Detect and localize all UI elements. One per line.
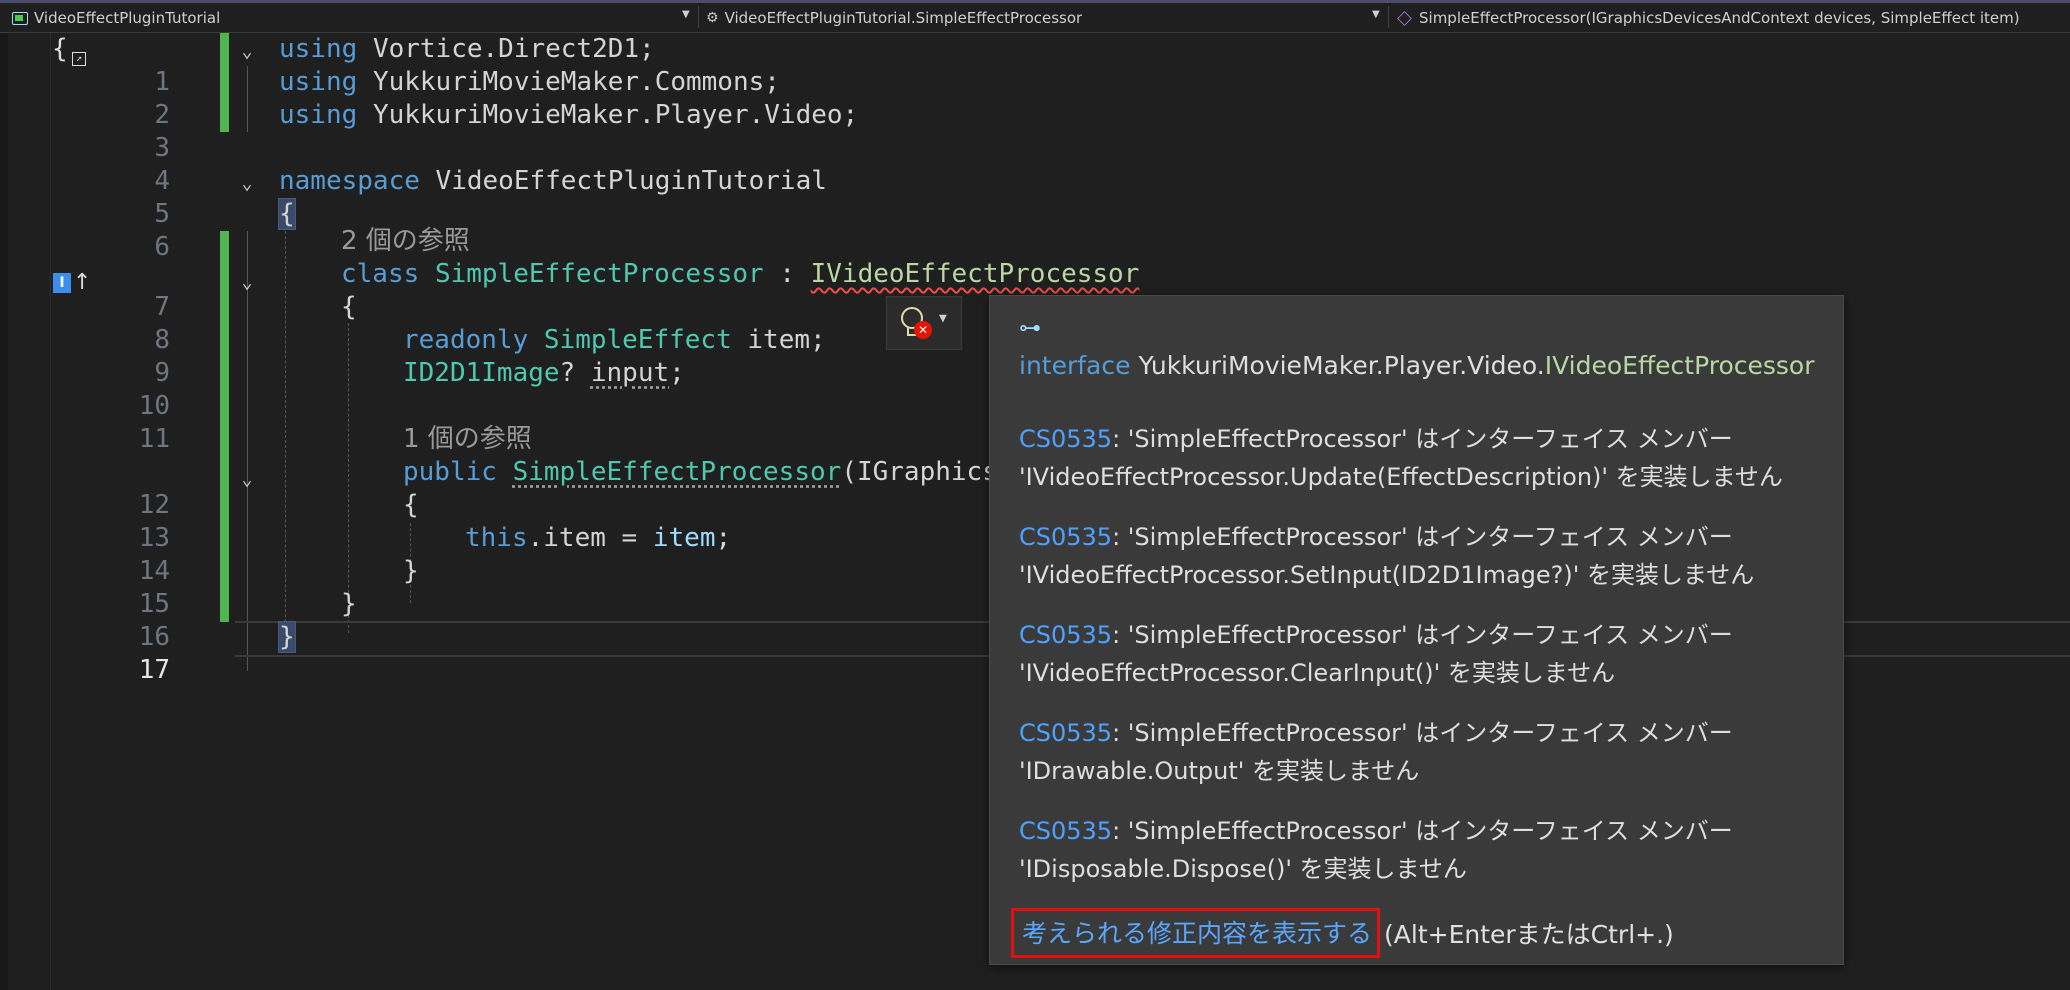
codelens-references[interactable]: 2 個の参照 <box>341 225 470 258</box>
signature-interface[interactable]: IVideoEffectProcessor <box>1545 351 1815 380</box>
parameter-ref: item <box>652 523 716 553</box>
method-icon <box>1397 10 1412 26</box>
project-dropdown[interactable]: VideoEffectPluginTutorial <box>12 7 672 29</box>
show-fixes-row: 考えられる修正内容を表示する (Alt+EnterまたはCtrl+.) <box>1011 908 1674 958</box>
error-code-link[interactable]: CS0535 <box>1019 523 1112 551</box>
diagnostic-item: CS0535: 'SimpleEffectProcessor' はインターフェイ… <box>1019 812 1829 888</box>
namespace-import: YukkuriMovieMaker.Player.Video; <box>372 100 859 130</box>
keyword-using: using <box>279 100 358 130</box>
code-line: 2 using YukkuriMovieMaker.Commons; <box>50 66 2070 130</box>
error-badge-icon: ✕ <box>914 321 932 339</box>
namespace-import: Vortice.Direct2D1; <box>372 34 655 64</box>
diagnostic-item: CS0535: 'SimpleEffectProcessor' はインターフェイ… <box>1019 714 1829 790</box>
keyword-namespace: namespace <box>279 166 420 196</box>
signature-namespace: YukkuriMovieMaker.Player.Video. <box>1138 351 1545 380</box>
show-potential-fixes-link[interactable]: 考えられる修正内容を表示する <box>1011 908 1381 958</box>
field-name: item; <box>731 325 826 355</box>
nav-divider <box>698 6 699 28</box>
interface-icon: ⊶ <box>1019 316 1041 341</box>
constructor-name: SimpleEffectProcessor <box>512 457 842 487</box>
title-accent-line <box>0 0 2070 3</box>
keyword-using: using <box>279 67 358 97</box>
shortcut-hint: (Alt+EnterまたはCtrl+.) <box>1384 920 1674 949</box>
close-brace: } <box>341 589 357 619</box>
semicolon-token: ; <box>715 523 732 553</box>
field-name: input <box>590 358 670 388</box>
diagnostic-text: 'IVideoEffectProcessor.ClearInput()' を実装… <box>1019 659 1616 687</box>
member-access: .item = <box>527 523 653 553</box>
field-type: ID2D1Image <box>403 358 560 388</box>
diagnostic-text: : 'SimpleEffectProcessor' はインターフェイス メンバー <box>1112 719 1733 747</box>
field-type: SimpleEffect <box>543 325 732 355</box>
member-dropdown-label: SimpleEffectProcessor(IGraphicsDevicesAn… <box>1419 9 2020 27</box>
diagnostic-item: CS0535: 'SimpleEffectProcessor' はインターフェイ… <box>1019 420 1829 496</box>
quick-info-tooltip: ⊶ interface YukkuriMovieMaker.Player.Vid… <box>989 295 1844 965</box>
chevron-down-icon: ▼ <box>939 311 947 326</box>
open-brace: { <box>403 490 419 520</box>
line-number: 17 <box>138 655 170 685</box>
diagnostic-text: : 'SimpleEffectProcessor' はインターフェイス メンバー <box>1112 621 1733 649</box>
diagnostic-text: : 'SimpleEffectProcessor' はインターフェイス メンバー <box>1112 425 1733 453</box>
keyword-using: using <box>279 34 358 64</box>
error-code-link[interactable]: CS0535 <box>1019 425 1112 453</box>
namespace-import: YukkuriMovieMaker.Commons; <box>372 67 780 97</box>
diagnostic-text: : 'SimpleEffectProcessor' はインターフェイス メンバー <box>1112 817 1733 845</box>
interface-name-error[interactable]: IVideoEffectProcessor <box>811 259 1140 289</box>
csharp-project-icon <box>12 11 28 25</box>
signature-keyword: interface <box>1019 351 1131 380</box>
error-code-link[interactable]: CS0535 <box>1019 621 1112 649</box>
code-line: 5 namespace VideoEffectPluginTutorial <box>50 165 2070 229</box>
project-dropdown-label: VideoEffectPluginTutorial <box>34 9 221 27</box>
member-dropdown[interactable]: SimpleEffectProcessor(IGraphicsDevicesAn… <box>1397 7 2058 29</box>
class-name: SimpleEffectProcessor <box>434 259 764 289</box>
code-line: 7 class SimpleEffectProcessor : IVideoEf… <box>50 258 2070 322</box>
error-code-link[interactable]: CS0535 <box>1019 817 1112 845</box>
namespace-name: VideoEffectPluginTutorial <box>435 166 827 196</box>
codelens-references[interactable]: 1 個の参照 <box>403 423 532 456</box>
glyph-margin <box>8 33 51 990</box>
tooltip-signature: interface YukkuriMovieMaker.Player.Video… <box>1019 351 1815 380</box>
chevron-down-icon[interactable]: ▼ <box>1372 9 1380 20</box>
diagnostic-text: 'IVideoEffectProcessor.SetInput(ID2D1Ima… <box>1019 561 1755 589</box>
colon-token: : <box>763 259 811 289</box>
semicolon-token: ; <box>669 358 685 388</box>
diagnostic-text: 'IVideoEffectProcessor.Update(EffectDesc… <box>1019 463 1783 491</box>
diagnostic-text: : 'SimpleEffectProcessor' はインターフェイス メンバー <box>1112 523 1733 551</box>
nullable-token: ? <box>559 358 591 388</box>
class-dropdown-label: VideoEffectPluginTutorial.SimpleEffectPr… <box>724 9 1083 27</box>
line-number: 11 <box>138 424 170 454</box>
keyword-class: class <box>341 259 420 289</box>
diagnostic-text: 'IDisposable.Dispose()' を実装しません <box>1019 855 1467 883</box>
code-line: 1 using Vortice.Direct2D1; <box>50 33 2070 97</box>
code-line: 3 using YukkuriMovieMaker.Player.Video; <box>50 99 2070 163</box>
brace-match: } <box>278 621 296 653</box>
class-icon: ⚙ <box>706 10 719 26</box>
close-brace: } <box>403 556 419 586</box>
diagnostic-text: 'IDrawable.Output' を実装しません <box>1019 757 1420 785</box>
code-line: 4 <box>50 132 2070 196</box>
left-edge-strip <box>0 33 8 990</box>
nav-divider <box>1388 6 1389 28</box>
class-dropdown[interactable]: ⚙ VideoEffectPluginTutorial.SimpleEffect… <box>706 7 1366 29</box>
error-code-link[interactable]: CS0535 <box>1019 719 1112 747</box>
constructor-params: (IGraphicsD <box>841 457 1014 487</box>
open-brace: { <box>341 292 357 322</box>
diagnostic-item: CS0535: 'SimpleEffectProcessor' はインターフェイ… <box>1019 616 1829 692</box>
keyword-readonly: readonly <box>403 325 529 355</box>
brace-match: { <box>278 198 296 230</box>
keyword-public: public <box>403 457 497 487</box>
diagnostic-item: CS0535: 'SimpleEffectProcessor' はインターフェイ… <box>1019 518 1829 594</box>
navigation-bar: VideoEffectPluginTutorial ▼ ⚙ VideoEffec… <box>0 0 2070 33</box>
keyword-this: this <box>465 523 528 553</box>
quick-actions-button[interactable]: ✕ ▼ <box>886 296 962 350</box>
chevron-down-icon[interactable]: ▼ <box>682 9 690 20</box>
